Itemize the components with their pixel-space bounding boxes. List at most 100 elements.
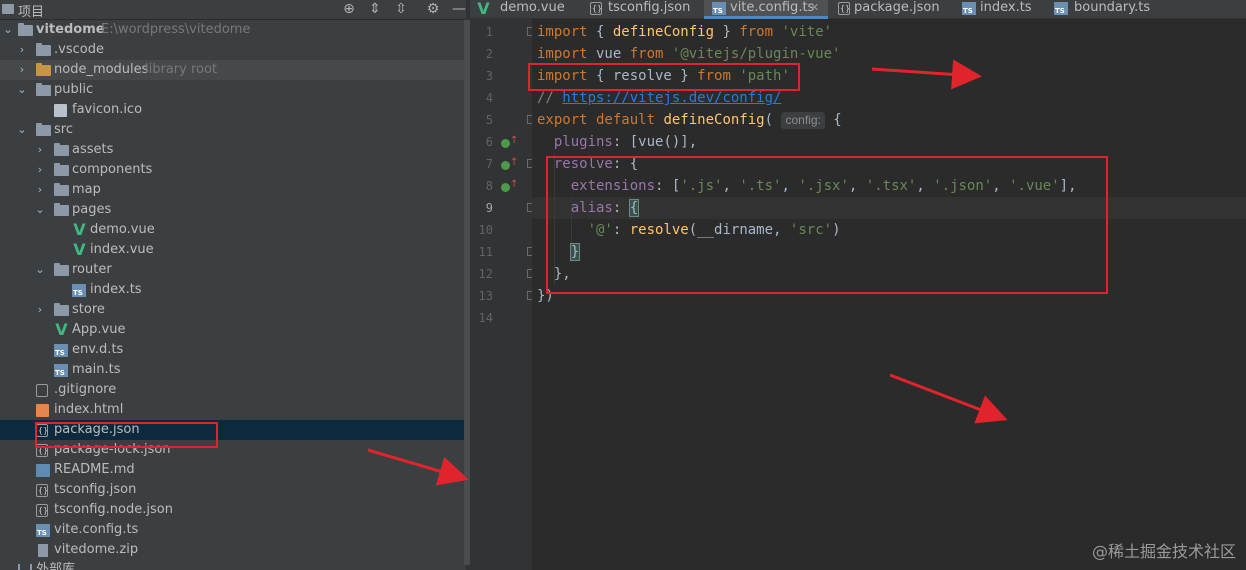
folder-icon: [36, 43, 51, 56]
chevron-right-icon[interactable]: ›: [34, 140, 46, 160]
tree-item-label: assets: [72, 142, 114, 157]
code-editor[interactable]: import { defineConfig } from 'vite' impo…: [528, 19, 1246, 570]
line-number: 4: [485, 91, 493, 105]
locate-file-icon[interactable]: ⊕: [340, 0, 358, 18]
tree-item-label: demo.vue: [90, 222, 155, 237]
tree-item-vitedome-zip[interactable]: vitedome.zip: [0, 540, 466, 560]
vue-file-icon: V: [477, 0, 490, 18]
line-number: 3: [485, 69, 493, 83]
code-line-1: import { defineConfig } from 'vite': [537, 24, 833, 40]
project-panel: 项目 ⊕ ⇕ ⇳ ⚙ — ⌄ vitedome E:\wordpress\vit…: [0, 0, 470, 570]
vue-file-icon: V: [55, 320, 68, 339]
tree-item-label: src: [54, 122, 73, 137]
tab-vite-config-ts[interactable]: vite.config.ts ✕: [704, 0, 828, 19]
tab-boundary-ts[interactable]: boundary.ts: [1054, 0, 1164, 19]
tab-label: vite.config.ts: [730, 0, 815, 15]
line-number: 12: [478, 267, 493, 281]
tree-item-vscode[interactable]: › .vscode: [0, 40, 466, 60]
tree-item-external-libraries[interactable]: 外部库: [0, 560, 466, 570]
tree-item-readme-md[interactable]: README.md: [0, 460, 466, 480]
chevron-down-icon[interactable]: ⌄: [2, 20, 14, 40]
json-file-icon: [36, 504, 48, 517]
tree-item-main-ts[interactable]: main.ts: [0, 360, 466, 380]
library-icon: [18, 564, 32, 570]
tree-item-label: components: [72, 162, 153, 177]
editor-tab-bar: V demo.vue tsconfig.json vite.config.ts …: [470, 0, 1246, 19]
docs-link[interactable]: https://vitejs.dev/config/: [562, 90, 781, 106]
tree-item-env-d-ts[interactable]: env.d.ts: [0, 340, 466, 360]
tree-item-tsconfig-json[interactable]: tsconfig.json: [0, 480, 466, 500]
tab-label: tsconfig.json: [608, 0, 691, 15]
project-panel-header: 项目 ⊕ ⇕ ⇳ ⚙ —: [0, 0, 470, 20]
tree-item-label: 外部库: [36, 562, 76, 570]
annotation-box-import-resolve: [528, 63, 800, 91]
chevron-down-icon[interactable]: ⌄: [16, 80, 28, 100]
tree-item-router[interactable]: ⌄ router: [0, 260, 466, 280]
project-path: E:\wordpress\vitedome: [101, 22, 251, 37]
collapse-all-icon[interactable]: ⇳: [392, 0, 410, 18]
chevron-down-icon[interactable]: ⌄: [34, 260, 46, 280]
annotation-box-resolve-config: [546, 156, 1108, 294]
implementation-marker-icon[interactable]: ↑: [501, 135, 518, 150]
tree-item-index-vue[interactable]: V index.vue: [0, 240, 466, 260]
chevron-right-icon[interactable]: ›: [34, 180, 46, 200]
tree-item-map[interactable]: › map: [0, 180, 466, 200]
tree-item-demo-vue[interactable]: V demo.vue: [0, 220, 466, 240]
tree-item-vite-config-ts[interactable]: vite.config.ts: [0, 520, 466, 540]
tree-item-label: README.md: [54, 462, 135, 477]
implementation-marker-icon[interactable]: ↑: [501, 179, 518, 194]
tree-item-index-html[interactable]: index.html: [0, 400, 466, 420]
watermark: @稀土掘金技术社区: [1091, 542, 1236, 561]
tree-item-label: env.d.ts: [72, 342, 124, 357]
close-tab-icon[interactable]: ✕: [810, 0, 819, 16]
chevron-right-icon[interactable]: ›: [16, 60, 28, 80]
typescript-file-icon: [54, 344, 68, 357]
image-file-icon: [54, 104, 67, 117]
tree-item-src[interactable]: ⌄ src: [0, 120, 466, 140]
folder-icon: [36, 123, 51, 136]
chevron-right-icon[interactable]: ›: [34, 160, 46, 180]
folder-icon: [18, 23, 33, 36]
tab-package-json[interactable]: package.json: [836, 0, 946, 19]
tree-item-components[interactable]: › components: [0, 160, 466, 180]
tree-item-index-ts[interactable]: index.ts: [0, 280, 466, 300]
chevron-down-icon[interactable]: ⌄: [34, 200, 46, 220]
tree-item-favicon[interactable]: favicon.ico: [0, 100, 466, 120]
typescript-file-icon: [54, 364, 68, 377]
tree-item-app-vue[interactable]: V App.vue: [0, 320, 466, 340]
tree-item-label: pages: [72, 202, 112, 217]
tab-index-ts[interactable]: index.ts: [962, 0, 1042, 19]
tab-demo-vue[interactable]: V demo.vue: [476, 0, 574, 19]
tree-item-public[interactable]: ⌄ public: [0, 80, 466, 100]
vue-file-icon: V: [73, 240, 86, 259]
tab-tsconfig-json[interactable]: tsconfig.json: [588, 0, 698, 19]
line-number: 8: [485, 179, 493, 193]
parameter-hint: config:: [781, 112, 825, 129]
tree-item-assets[interactable]: › assets: [0, 140, 466, 160]
tree-item-gitignore[interactable]: .gitignore: [0, 380, 466, 400]
tree-item-tsconfig-node-json[interactable]: tsconfig.node.json: [0, 500, 466, 520]
implementation-marker-icon[interactable]: ↑: [501, 157, 518, 172]
chevron-right-icon[interactable]: ›: [34, 300, 46, 320]
line-number: 6: [485, 135, 493, 149]
editor-gutter[interactable]: 1 2 3 4 5 6 7 8 9 10 11 12 13 14 ↑ ↑ ↑: [470, 19, 536, 570]
chevron-down-icon[interactable]: ⌄: [16, 120, 28, 140]
line-number: 13: [478, 289, 493, 303]
settings-gear-icon[interactable]: ⚙: [424, 0, 442, 18]
expand-all-icon[interactable]: ⇕: [366, 0, 384, 18]
tree-item-label: tsconfig.json: [54, 482, 137, 497]
tree-item-pages[interactable]: ⌄ pages: [0, 200, 466, 220]
library-folder-icon: [36, 63, 51, 76]
folder-icon: [54, 203, 69, 216]
line-number: 14: [478, 311, 493, 325]
tree-item-label: vite.config.ts: [54, 522, 139, 537]
tree-item-store[interactable]: › store: [0, 300, 466, 320]
tree-item-label: App.vue: [72, 322, 126, 337]
folder-icon: [54, 163, 69, 176]
tree-item-vitedome[interactable]: ⌄ vitedome E:\wordpress\vitedome: [0, 20, 466, 40]
json-file-icon: [838, 2, 850, 15]
json-file-icon: [590, 2, 602, 15]
chevron-right-icon[interactable]: ›: [16, 40, 28, 60]
tree-item-label: .vscode: [54, 42, 104, 57]
tree-item-node-modules[interactable]: › node_modules library root: [0, 60, 466, 80]
